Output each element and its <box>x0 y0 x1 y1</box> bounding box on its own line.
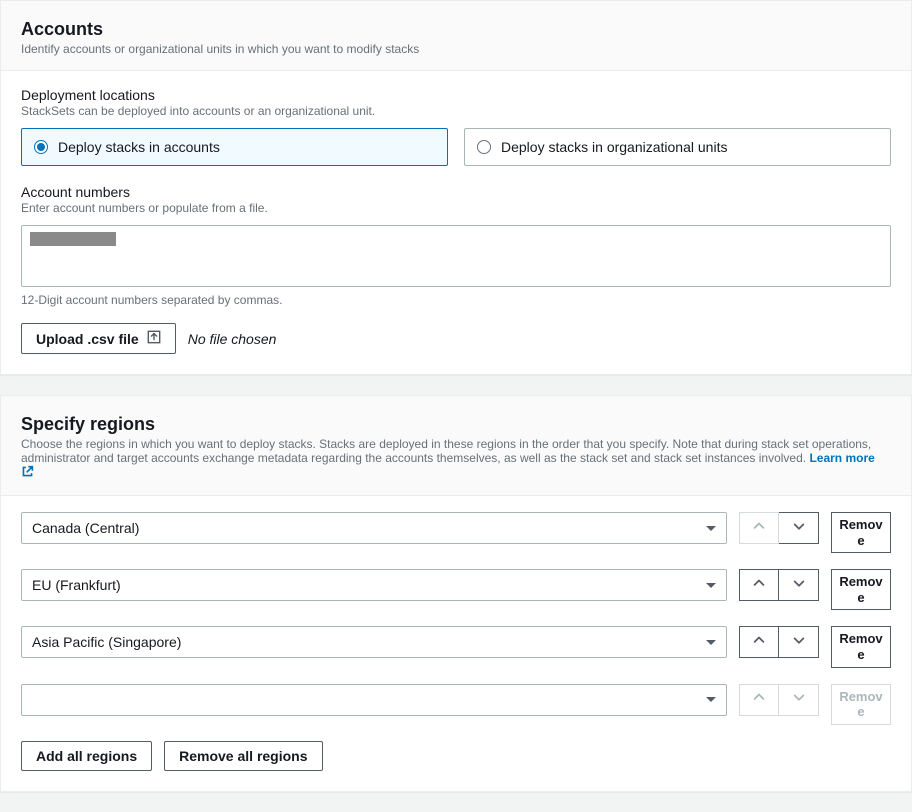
remove-region-button: Remove <box>831 684 891 725</box>
add-all-regions-button[interactable]: Add all regions <box>21 741 152 771</box>
chevron-down-icon <box>706 526 716 531</box>
region-bulk-buttons: Add all regions Remove all regions <box>21 741 891 771</box>
reorder-group <box>739 569 819 610</box>
move-down-button[interactable] <box>779 569 819 601</box>
region-row: EU (Frankfurt) Remove <box>21 569 891 610</box>
accounts-panel: Accounts Identify accounts or organizati… <box>0 0 912 375</box>
region-row: Remove <box>21 684 891 725</box>
move-up-button[interactable] <box>739 569 779 601</box>
accounts-header: Accounts Identify accounts or organizati… <box>1 1 911 71</box>
region-row: Canada (Central) Remove <box>21 512 891 553</box>
regions-header: Specify regions Choose the regions in wh… <box>1 396 911 496</box>
regions-title: Specify regions <box>21 414 891 435</box>
chevron-up-icon <box>752 634 766 651</box>
chevron-down-icon <box>706 640 716 645</box>
redacted-value <box>30 232 116 246</box>
learn-more-label: Learn more <box>809 451 874 465</box>
region-select[interactable]: Asia Pacific (Singapore) <box>21 626 727 658</box>
upload-row: Upload .csv file No file chosen <box>21 323 891 354</box>
chevron-down-icon <box>792 577 806 594</box>
chevron-down-icon <box>792 520 806 537</box>
accounts-title: Accounts <box>21 19 891 40</box>
region-row: Asia Pacific (Singapore) Remove <box>21 626 891 667</box>
region-select[interactable]: EU (Frankfurt) <box>21 569 727 601</box>
deployment-locations-hint: StackSets can be deployed into accounts … <box>21 104 891 118</box>
move-up-button <box>739 512 779 544</box>
regions-subtitle-text: Choose the regions in which you want to … <box>21 437 871 465</box>
regions-subtitle: Choose the regions in which you want to … <box>21 437 891 481</box>
external-link-icon <box>21 465 34 481</box>
move-down-button[interactable] <box>779 626 819 658</box>
reorder-group <box>739 512 819 553</box>
region-rows: Canada (Central) Remove EU (Frankfurt) R… <box>21 512 891 725</box>
tile-deploy-org-units[interactable]: Deploy stacks in organizational units <box>464 128 891 166</box>
chevron-down-icon <box>706 697 716 702</box>
tile-label: Deploy stacks in accounts <box>58 139 220 155</box>
radio-icon <box>34 140 48 154</box>
region-select-value: Asia Pacific (Singapore) <box>32 634 181 650</box>
move-up-button <box>739 684 779 716</box>
radio-icon <box>477 140 491 154</box>
remove-region-button[interactable]: Remove <box>831 569 891 610</box>
no-file-chosen: No file chosen <box>188 331 277 347</box>
tile-deploy-accounts[interactable]: Deploy stacks in accounts <box>21 128 448 166</box>
account-numbers-hint: Enter account numbers or populate from a… <box>21 201 891 215</box>
region-select[interactable]: Canada (Central) <box>21 512 727 544</box>
accounts-body: Deployment locations StackSets can be de… <box>1 71 911 374</box>
chevron-up-icon <box>752 520 766 537</box>
region-select-value: EU (Frankfurt) <box>32 577 121 593</box>
upload-label: Upload .csv file <box>36 331 139 347</box>
account-numbers-label: Account numbers <box>21 184 891 200</box>
accounts-subtitle: Identify accounts or organizational unit… <box>21 42 891 56</box>
region-select[interactable] <box>21 684 727 716</box>
regions-body: Canada (Central) Remove EU (Frankfurt) R… <box>1 496 911 791</box>
chevron-up-icon <box>752 577 766 594</box>
chevron-down-icon <box>792 634 806 651</box>
remove-all-regions-button[interactable]: Remove all regions <box>164 741 322 771</box>
move-down-button <box>779 684 819 716</box>
deployment-locations-label: Deployment locations <box>21 87 891 103</box>
move-down-button[interactable] <box>779 512 819 544</box>
reorder-group <box>739 684 819 725</box>
regions-panel: Specify regions Choose the regions in wh… <box>0 395 912 792</box>
chevron-down-icon <box>706 583 716 588</box>
chevron-up-icon <box>752 691 766 708</box>
upload-icon <box>147 330 161 347</box>
deployment-tiles: Deploy stacks in accounts Deploy stacks … <box>21 128 891 166</box>
account-numbers-input[interactable] <box>21 225 891 287</box>
upload-csv-button[interactable]: Upload .csv file <box>21 323 176 354</box>
tile-label: Deploy stacks in organizational units <box>501 139 727 155</box>
chevron-down-icon <box>792 691 806 708</box>
remove-region-button[interactable]: Remove <box>831 512 891 553</box>
region-select-value: Canada (Central) <box>32 520 139 536</box>
account-numbers-help: 12-Digit account numbers separated by co… <box>21 293 891 307</box>
remove-region-button[interactable]: Remove <box>831 626 891 667</box>
move-up-button[interactable] <box>739 626 779 658</box>
reorder-group <box>739 626 819 667</box>
